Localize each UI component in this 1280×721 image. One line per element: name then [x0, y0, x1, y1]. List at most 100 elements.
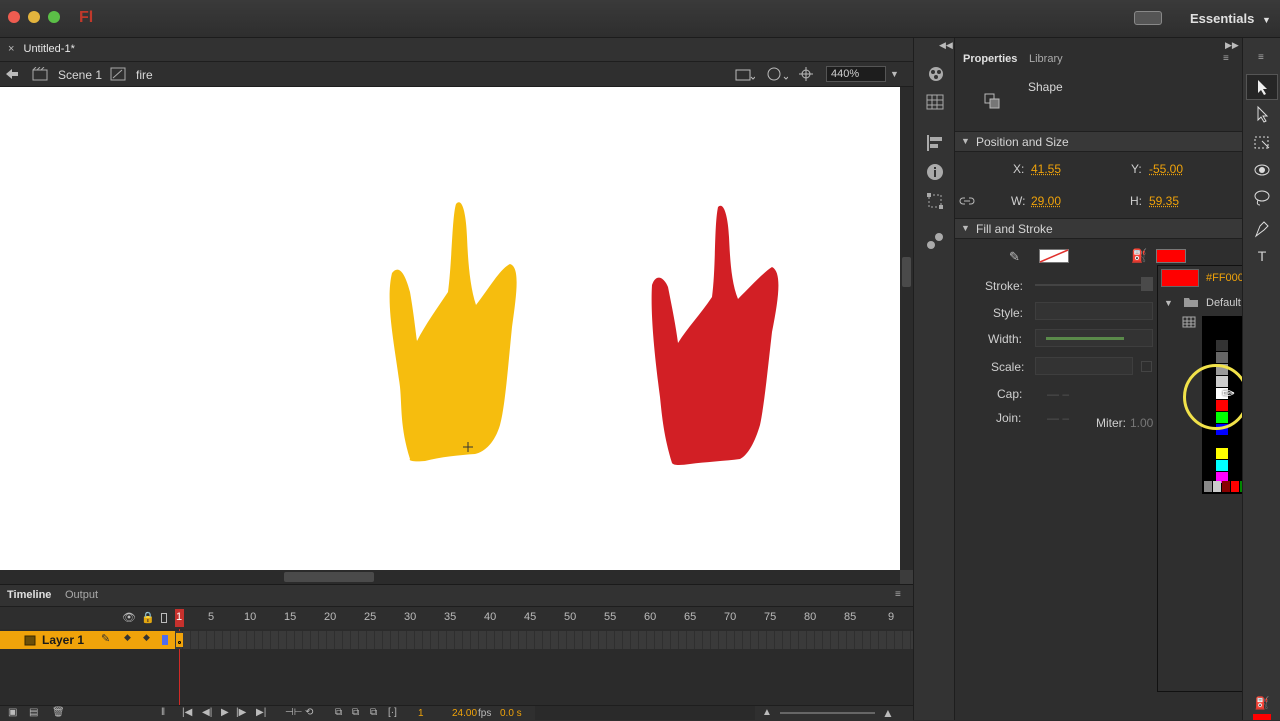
subselection-tool-icon[interactable] [1252, 105, 1272, 125]
center-frame-icon[interactable]: ⊣⊢ [285, 707, 302, 718]
frame-ruler[interactable]: 👁 🔒 1 5 10 15 20 25 30 35 40 45 50 55 60 65 70 75 80 85 9 [0, 607, 913, 629]
free-transform-tool-icon[interactable] [1252, 133, 1272, 153]
play-icon[interactable]: ▶ [221, 707, 229, 718]
fill-stroke-header[interactable]: ▼ Fill and Stroke [955, 218, 1242, 239]
minimize-window-button[interactable] [28, 11, 40, 23]
y-value[interactable]: -55.00 [1149, 162, 1183, 176]
disclosure-triangle-icon[interactable]: ▼ [961, 136, 970, 146]
layer-color-swatch[interactable] [162, 635, 168, 645]
style-dropdown[interactable] [1035, 302, 1153, 320]
stage[interactable] [0, 87, 900, 570]
modify-markers-icon[interactable]: [·] [388, 707, 397, 718]
back-arrow-icon[interactable] [5, 68, 19, 80]
lock-icon[interactable]: 🔒 [141, 611, 155, 624]
horizontal-scrollbar[interactable] [0, 570, 900, 584]
gradient-swatch[interactable] [1204, 481, 1212, 492]
transform-panel-icon[interactable] [926, 192, 944, 210]
color-swatch[interactable] [1216, 328, 1228, 339]
color-swatch[interactable] [1216, 436, 1228, 447]
cap-dropdown[interactable]: — – [1047, 387, 1069, 401]
visibility-dot-icon[interactable]: ◆ [124, 632, 131, 643]
gradient-swatch[interactable] [1213, 481, 1221, 492]
stroke-input[interactable] [1141, 277, 1153, 291]
color-swatch[interactable] [1216, 448, 1228, 459]
timeline-horizontal-scrollbar[interactable] [535, 706, 755, 720]
join-dropdown[interactable]: — – [1047, 411, 1069, 425]
panel-menu-icon[interactable]: ≡ [1258, 52, 1264, 63]
gradient-swatch[interactable] [1222, 481, 1230, 492]
horizontal-scroll-thumb[interactable] [284, 572, 374, 582]
hinting-checkbox[interactable] [1141, 361, 1152, 372]
layer-row[interactable]: Layer 1 ✎ ◆ ◆ [0, 631, 913, 649]
tab-properties[interactable]: Properties [963, 53, 1017, 65]
layer-header[interactable]: Layer 1 ✎ ◆ ◆ [0, 631, 175, 649]
w-value[interactable]: 29.00 [1031, 194, 1061, 208]
scene-breadcrumb[interactable]: Scene 1 [58, 68, 102, 82]
pen-tool-icon[interactable] [1252, 220, 1272, 240]
miter-value[interactable]: 1.00 [1130, 416, 1153, 430]
edit-multiple-frames-icon[interactable]: ⧉ [370, 707, 377, 718]
selection-tool-icon[interactable] [1252, 78, 1272, 98]
frame-cells[interactable] [175, 631, 913, 649]
paint-bucket-tool-icon[interactable]: ⛽ [1252, 696, 1272, 716]
3d-rotation-tool-icon[interactable] [1252, 161, 1272, 181]
color-swatch[interactable] [1216, 460, 1228, 471]
x-value[interactable]: 41.55 [1031, 162, 1061, 176]
components-panel-icon[interactable] [926, 232, 944, 250]
yellow-flame-shape[interactable] [389, 202, 517, 462]
step-back-icon[interactable]: ◀| [202, 707, 212, 718]
lasso-tool-icon[interactable] [1252, 189, 1272, 209]
close-window-button[interactable] [8, 11, 20, 23]
lock-dot-icon[interactable]: ◆ [143, 632, 150, 643]
document-tab[interactable]: × Untitled-1* [0, 38, 83, 62]
eye-icon[interactable]: 👁 [122, 611, 136, 624]
vertical-scrollbar[interactable] [900, 87, 913, 570]
tab-library[interactable]: Library [1029, 53, 1063, 65]
vertical-scroll-thumb[interactable] [902, 257, 911, 287]
link-constrain-icon[interactable] [959, 195, 975, 207]
width-dropdown[interactable] [1035, 329, 1153, 347]
collapse-left-icon[interactable]: ◀◀ [939, 40, 953, 51]
zoom-in-icon[interactable]: ▲ [882, 706, 894, 720]
swatches-panel-icon[interactable] [926, 94, 944, 110]
tab-timeline[interactable]: Timeline [7, 589, 51, 601]
step-forward-icon[interactable]: |▶ [236, 707, 246, 718]
last-frame-icon[interactable]: ▶| [256, 707, 266, 718]
folder-disclosure-icon[interactable]: ▼ [1164, 298, 1173, 308]
onion-outline-icon[interactable]: ⧉ [352, 707, 359, 718]
sync-settings-icon[interactable] [1134, 11, 1162, 25]
new-layer-icon[interactable]: ▣ [8, 707, 17, 718]
stroke-color-swatch[interactable] [1039, 249, 1069, 263]
position-size-header[interactable]: ▼ Position and Size [955, 131, 1242, 152]
color-swatch[interactable] [1216, 352, 1228, 363]
h-value[interactable]: 59.35 [1149, 194, 1179, 208]
tab-output[interactable]: Output [65, 589, 98, 601]
align-panel-icon[interactable] [926, 134, 944, 152]
text-tool-icon[interactable]: T [1252, 248, 1272, 268]
color-panel-icon[interactable] [926, 65, 946, 83]
loop-icon[interactable]: ⟲ [305, 707, 313, 718]
onion-skin-icon[interactable]: ⧉ [335, 707, 342, 718]
color-swatch[interactable] [1216, 340, 1228, 351]
outline-icon[interactable] [161, 613, 167, 623]
new-folder-icon[interactable]: ▤ [29, 707, 38, 718]
symbol-breadcrumb[interactable]: fire [136, 68, 153, 82]
zoom-input[interactable]: 440% [826, 66, 886, 82]
zoom-out-icon[interactable]: ▲ [762, 707, 772, 718]
delete-layer-icon[interactable]: 🗑 [52, 707, 65, 718]
fill-color-indicator[interactable] [1253, 714, 1271, 720]
zoom-dropdown-icon[interactable]: ▼ [890, 69, 899, 79]
fps-value[interactable]: 24.00 [452, 708, 477, 719]
stroke-slider[interactable] [1035, 284, 1145, 286]
center-stage-icon[interactable] [799, 67, 813, 81]
scale-dropdown[interactable] [1035, 357, 1133, 375]
panel-menu-icon[interactable]: ≡ [895, 589, 901, 600]
disclosure-triangle-icon[interactable]: ▼ [961, 223, 970, 233]
grid-view-icon[interactable] [1182, 316, 1196, 328]
gradient-swatch[interactable] [1231, 481, 1239, 492]
keyframe-cell[interactable] [176, 633, 183, 647]
edit-scene-icon[interactable] [735, 67, 755, 81]
close-tab-icon[interactable]: × [8, 43, 14, 55]
panel-splitter-icon[interactable]: ‖ [161, 707, 165, 718]
red-flame-shape[interactable] [651, 205, 779, 465]
